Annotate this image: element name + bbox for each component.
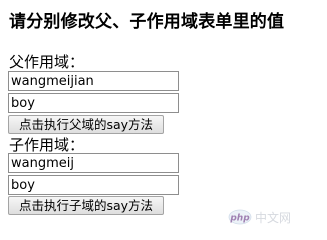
svg-text:php: php (229, 214, 250, 224)
page-title: 请分别修改父、子作用域表单里的值 (9, 12, 285, 32)
parent-gender-input[interactable] (8, 93, 179, 113)
parent-name-input[interactable] (8, 71, 179, 91)
child-gender-input[interactable] (8, 175, 179, 195)
child-scope-label: 子作用域： (9, 136, 85, 154)
parent-scope-label: 父作用域： (9, 53, 85, 71)
parent-say-button[interactable]: 点击执行父域的say方法 (8, 115, 164, 134)
child-say-button[interactable]: 点击执行子域的say方法 (8, 196, 164, 215)
php-site-watermark-logo: php 中文网 (228, 209, 291, 225)
child-name-input[interactable] (8, 153, 179, 173)
svg-text:中文网: 中文网 (255, 210, 291, 225)
page: 请分别修改父、子作用域表单里的值 父作用域： 点击执行父域的say方法 子作用域… (0, 0, 327, 225)
